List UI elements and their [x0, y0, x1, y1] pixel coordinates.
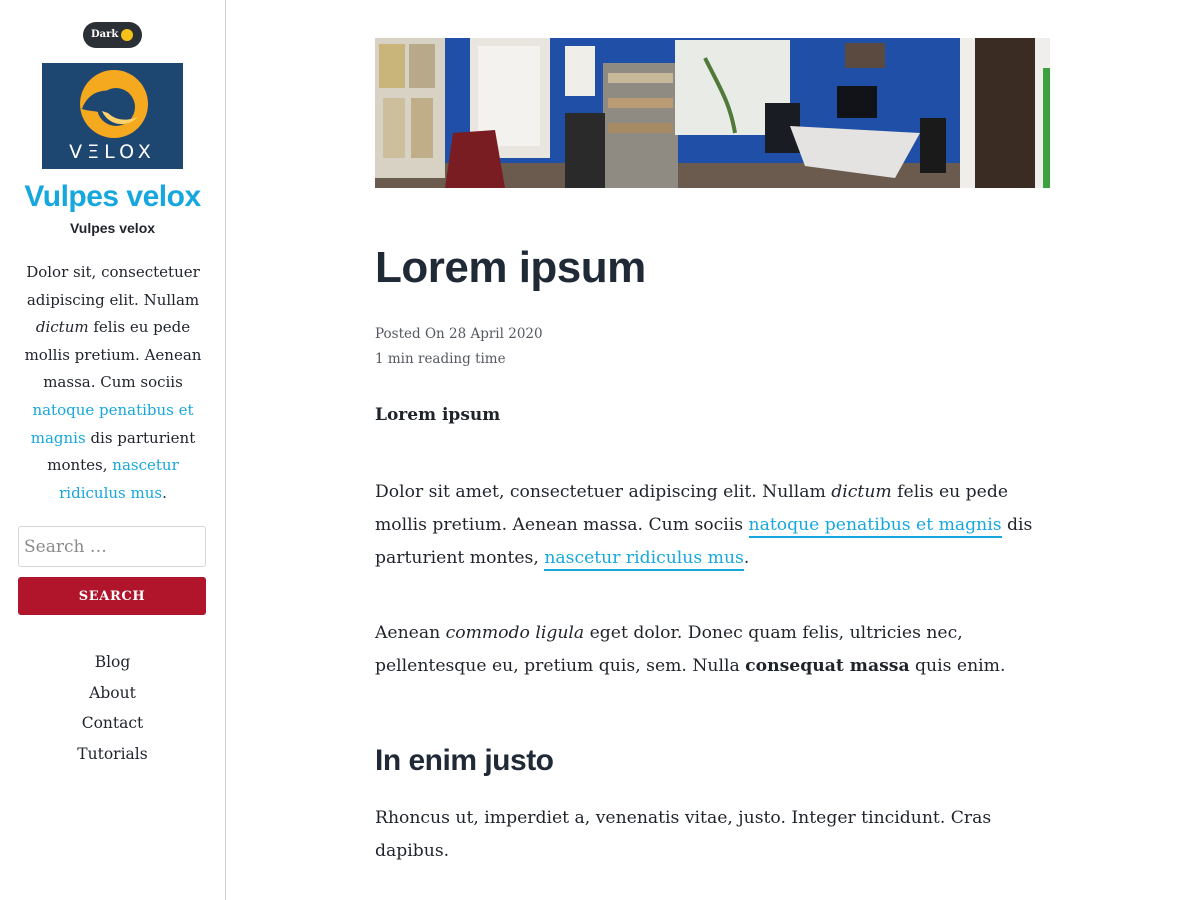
bio-text: . [162, 483, 167, 502]
paragraph-strong: consequat massa [745, 656, 910, 676]
section-heading: In enim justo [375, 744, 554, 777]
room-panorama-image [375, 38, 1050, 188]
site-title[interactable]: Vulpes velox [0, 180, 225, 214]
nav-link-blog[interactable]: Blog [95, 653, 131, 671]
nav-item-contact: Contact [0, 711, 225, 742]
fox-logo-icon [80, 70, 148, 138]
featured-image [375, 38, 1050, 188]
nav-link-about[interactable]: About [89, 684, 136, 702]
post-meta: Posted On 28 April 2020 1 min reading ti… [375, 322, 543, 372]
nav-link-tutorials[interactable]: Tutorials [77, 745, 147, 763]
post-title: Lorem ipsum [375, 243, 646, 292]
paragraph-emphasis: dictum [831, 482, 892, 502]
post-lead-heading: Lorem ipsum [375, 405, 501, 425]
nav-item-tutorials: Tutorials [0, 742, 225, 773]
reading-time: 1 min reading time [375, 351, 506, 367]
post-link-natoque[interactable]: natoque penatibus et magnis [748, 515, 1002, 538]
paragraph-text: . [743, 548, 750, 568]
paragraph-text: Dolor sit amet, consectetuer adipiscing … [375, 482, 832, 502]
paragraph-text: Aenean [375, 623, 446, 643]
site-tagline: Vulpes velox [69, 220, 156, 236]
nav-item-about: About [0, 681, 225, 712]
post-link-nascetur[interactable]: nascetur ridiculus mus [544, 548, 744, 571]
dark-mode-toggle-label: Dark [91, 29, 119, 40]
search-button[interactable]: SEARCH [18, 577, 206, 615]
bio-emphasis: dictum [35, 318, 89, 337]
site-logo[interactable]: VΞLOX [42, 63, 183, 169]
site-description: Dolor sit, consectetuer adipiscing elit.… [18, 259, 208, 507]
logo-wordmark: VΞLOX [69, 141, 156, 163]
bio-text: Dolor sit, consectetuer adipiscing elit.… [26, 263, 200, 309]
sidebar-nav: Blog About Contact Tutorials [0, 650, 225, 773]
sidebar: Dark VΞLOX Vulpes velox Vulpes velox Dol… [0, 0, 226, 900]
nav-item-blog: Blog [0, 650, 225, 681]
dark-mode-toggle[interactable]: Dark [83, 22, 142, 48]
post-paragraph-2: Aenean commodo ligula eget dolor. Donec … [375, 617, 1047, 683]
paragraph-emphasis: commodo ligula [445, 623, 585, 643]
post-paragraph-3: Rhoncus ut, imperdiet a, venenatis vitae… [375, 808, 992, 861]
moon-icon [121, 29, 133, 41]
search-input[interactable] [18, 526, 206, 567]
post-paragraph-1: Dolor sit amet, consectetuer adipiscing … [375, 476, 1047, 575]
nav-link-contact[interactable]: Contact [82, 714, 144, 732]
post-date: Posted On 28 April 2020 [375, 326, 543, 342]
paragraph-text: quis enim. [909, 656, 1006, 676]
